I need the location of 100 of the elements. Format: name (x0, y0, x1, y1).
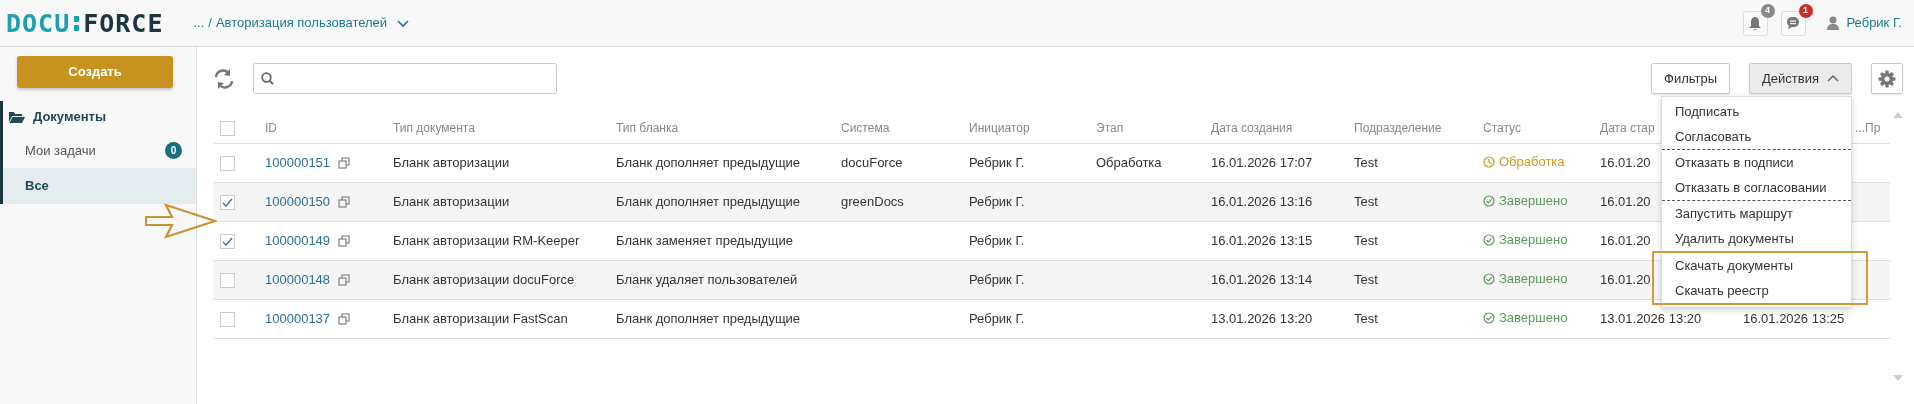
scroll-down-icon (1893, 374, 1903, 381)
copy-icon (338, 313, 351, 325)
table-cell: 13.01.2026 13:20 (1600, 311, 1702, 327)
sidebar-item[interactable]: Мои задачи 0 (3, 132, 196, 168)
check-icon (222, 197, 233, 207)
table-cell: Бланк авторизации (393, 194, 510, 210)
table-cell: Test (1354, 233, 1378, 249)
user-icon (1826, 16, 1839, 30)
table-cell: Ребрик Г. (969, 233, 1025, 249)
column-header[interactable]: Этап (1096, 121, 1124, 135)
copy-icon (338, 235, 351, 247)
table-cell: greenDocs (841, 194, 904, 210)
column-header[interactable]: Тип бланка (616, 121, 679, 135)
user-name-link[interactable]: Ребрик Г. (1846, 13, 1902, 33)
table-cell: Test (1354, 155, 1378, 171)
logo-text: FORCE (83, 10, 164, 36)
check-circle-icon (1483, 234, 1495, 247)
clock-icon (1483, 156, 1495, 169)
column-header[interactable]: Дата создания (1211, 121, 1293, 135)
document-id-link[interactable]: 100000137 (265, 309, 331, 329)
menu-item[interactable]: Запустить маршрут (1662, 201, 1851, 226)
settings-button[interactable] (1871, 63, 1903, 94)
menu-item[interactable]: Удалить документы (1662, 226, 1851, 251)
chevron-up-icon (1827, 74, 1839, 83)
column-header[interactable]: Тип документа (393, 121, 475, 135)
table-cell: 16.01.2026 13:16 (1211, 194, 1313, 210)
status-label: Завершено (1483, 269, 1568, 289)
row-checkbox[interactable] (220, 272, 235, 288)
breadcrumb-link[interactable]: ... (193, 13, 205, 33)
table-cell: 16.01.2026 13:25 (1743, 311, 1845, 327)
table-cell: 16.01.20 (1600, 272, 1651, 288)
table-cell: Test (1354, 272, 1378, 288)
notification-count: 1 (1798, 3, 1813, 18)
menu-item[interactable]: Подписать (1662, 99, 1851, 124)
status-label: Обработка (1483, 152, 1565, 172)
document-id-link[interactable]: 100000148 (265, 270, 331, 290)
column-header[interactable]: Инициатор (969, 121, 1030, 135)
check-circle-icon (1483, 195, 1495, 208)
table-cell: Обработка (1096, 155, 1162, 171)
document-id-link[interactable]: 100000150 (265, 192, 331, 212)
sidebar-item-label: Мои задачи (25, 141, 96, 160)
count-badge: 0 (165, 141, 182, 159)
column-header[interactable]: Статус (1483, 121, 1521, 135)
bell-icon (1748, 15, 1762, 31)
folder-icon (9, 110, 25, 124)
table-cell: 16.01.2026 13:15 (1211, 233, 1313, 249)
section-title[interactable]: Документы (33, 107, 107, 127)
table-cell: Бланк авторизации RM-Keeper (393, 233, 580, 249)
refresh-icon (213, 67, 235, 90)
sidebar-item[interactable]: Все (3, 168, 196, 204)
check-icon (222, 236, 233, 246)
document-id-link[interactable]: 100000149 (265, 231, 331, 251)
notification-count: 4 (1760, 3, 1775, 18)
menu-item[interactable]: Согласовать (1662, 124, 1851, 150)
breadcrumb-separator: / (208, 14, 212, 33)
search-field[interactable] (253, 63, 557, 94)
column-header[interactable]: Система (841, 121, 890, 135)
table-cell: 13.01.2026 13:20 (1211, 311, 1313, 327)
column-header[interactable]: ID (265, 121, 277, 135)
status-label: Завершено (1483, 308, 1568, 328)
table-cell: Ребрик Г. (969, 272, 1025, 288)
copy-icon (338, 196, 351, 208)
table-cell: Бланк заменяет предыдущие (616, 233, 794, 249)
menu-item[interactable]: Отказать в подписи (1662, 150, 1851, 175)
row-checkbox[interactable] (220, 311, 235, 327)
table-cell: 16.01.20 (1600, 194, 1651, 210)
gear-icon (1878, 69, 1896, 88)
chat-icon (1786, 16, 1800, 30)
document-id-link[interactable]: 100000151 (265, 153, 331, 173)
table-cell: docuForce (841, 155, 903, 171)
table-cell: Ребрик Г. (969, 194, 1025, 210)
breadcrumb-link[interactable]: Авторизация пользователей (215, 13, 388, 33)
table-cell: Бланк авторизации FastScan (393, 311, 568, 327)
copy-icon (338, 157, 351, 169)
table-cell: Бланк авторизации (393, 155, 510, 171)
row-checkbox[interactable] (220, 194, 235, 210)
select-all-checkbox[interactable] (220, 120, 235, 136)
table-cell: Бланк дополняет предыдущие (616, 194, 801, 210)
check-circle-icon (1483, 273, 1495, 286)
scroll-up-icon (1893, 111, 1903, 118)
check-circle-icon (1483, 312, 1495, 325)
menu-item[interactable]: Отказать в согласовании (1662, 175, 1851, 201)
table-cell: 16.01.20 (1600, 233, 1651, 249)
search-icon (261, 72, 274, 85)
row-checkbox[interactable] (220, 155, 235, 171)
column-header[interactable]: Подразделение (1354, 121, 1442, 135)
create-button[interactable]: Создать (17, 56, 173, 88)
column-header[interactable]: ... (1855, 121, 1865, 135)
table-cell: 16.01.2026 13:14 (1211, 272, 1313, 288)
actions-button[interactable]: Действия (1749, 63, 1852, 94)
row-checkbox[interactable] (220, 233, 235, 249)
table-cell: 16.01.20 (1600, 155, 1651, 171)
column-header[interactable]: Пр (1865, 121, 1881, 135)
table-cell: Бланк дополняет предыдущие (616, 155, 801, 171)
copy-icon (338, 274, 351, 286)
logo-text: DOCU (6, 10, 71, 36)
logo-separator-icon (74, 13, 80, 33)
filters-button[interactable]: Фильтры (1651, 63, 1731, 94)
table-cell: Ребрик Г. (969, 311, 1025, 327)
column-header[interactable]: Дата стар (1600, 121, 1655, 135)
